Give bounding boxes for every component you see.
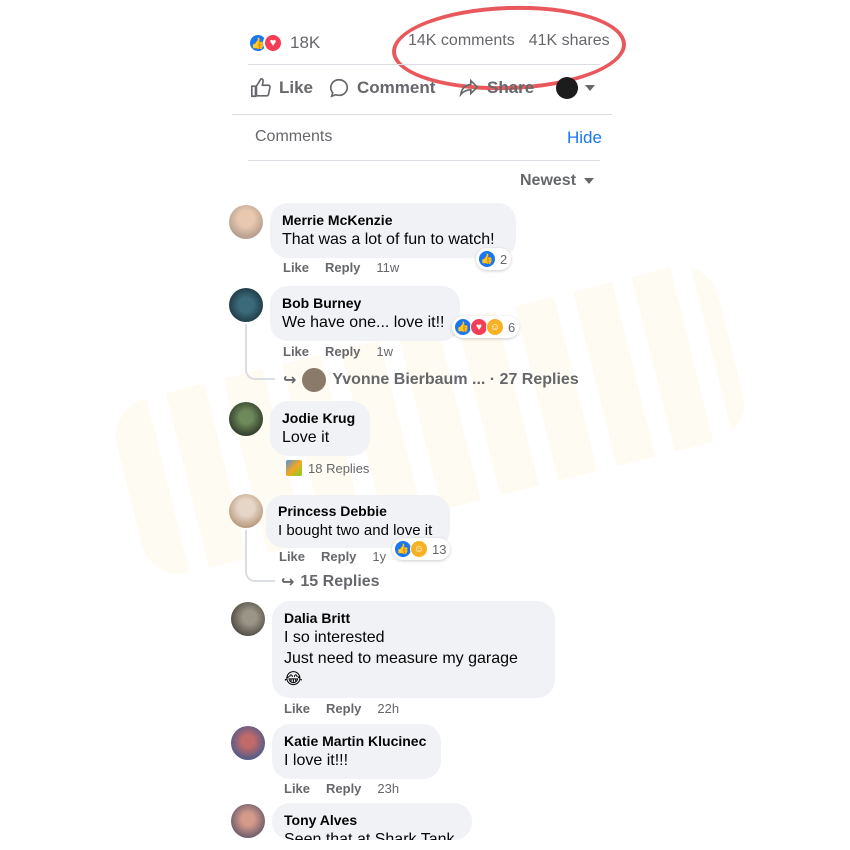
comment-meta: Like Reply 23h — [284, 781, 399, 796]
comment-like-link[interactable]: Like — [279, 549, 305, 564]
avatar[interactable] — [229, 288, 263, 322]
reply-arrow-icon: ↪ — [283, 372, 297, 389]
comment-reactions[interactable]: 👍 ☺ 13 — [392, 538, 451, 560]
laughing-emoji: 😂 — [284, 671, 303, 688]
share-label: Share — [487, 78, 535, 97]
comment-author[interactable]: Merrie McKenzie — [282, 211, 504, 229]
comment-author[interactable]: Dalia Britt — [284, 609, 543, 627]
comment-bubble: Katie Martin Klucinec I love it!!! — [272, 724, 441, 779]
comment-reply-link[interactable]: Reply — [326, 701, 361, 716]
view-replies-link[interactable]: ↪ Yvonne Bierbaum ... · 27 Replies — [283, 368, 579, 392]
care-reaction-icon: ☺ — [486, 318, 504, 336]
sticker-icon — [286, 460, 302, 476]
comment-meta: Like Reply 1w — [283, 344, 393, 359]
replies-label: 18 Replies — [308, 460, 370, 476]
comment-label: Comment — [357, 78, 436, 97]
comment-bubble: Tony Alves Seen that at Shark Tank — [272, 803, 472, 840]
share-icon — [459, 78, 479, 98]
comment-reply-link[interactable]: Reply — [325, 260, 360, 275]
reply-arrow-icon: ↪ — [281, 574, 295, 591]
reaction-count: 13 — [432, 541, 447, 557]
comment-text: That was a lot of fun to watch! — [282, 231, 495, 248]
divider — [232, 114, 612, 115]
post-reactions-summary[interactable]: 👍 ♥ 18K — [248, 30, 320, 56]
comment-time[interactable]: 1y — [372, 549, 386, 564]
comment-like-link[interactable]: Like — [283, 260, 309, 275]
comment-reactions[interactable]: 👍 ♥ ☺ 6 — [452, 316, 520, 338]
like-reaction-icon: 👍 — [478, 250, 496, 268]
avatar[interactable] — [231, 726, 265, 760]
chevron-down-icon — [584, 178, 595, 184]
comment-author[interactable]: Princess Debbie — [278, 502, 438, 520]
like-label: Like — [279, 78, 314, 97]
comment-text: Love it — [282, 429, 330, 446]
comment-author[interactable]: Jodie Krug — [282, 409, 358, 427]
reaction-count: 6 — [508, 319, 516, 335]
comment-button[interactable]: Comment — [328, 77, 435, 99]
reaction-count: 18K — [290, 33, 321, 52]
comment-like-link[interactable]: Like — [284, 781, 310, 796]
comment-like-link[interactable]: Like — [283, 344, 309, 359]
page-avatar — [556, 77, 578, 99]
thread-line — [245, 530, 275, 582]
comment-meta: Like Reply 11w — [283, 260, 399, 275]
comment-reactions[interactable]: 👍 2 — [476, 248, 512, 270]
sort-dropdown[interactable]: Newest — [520, 172, 595, 190]
comment-author[interactable]: Katie Martin Klucinec — [284, 732, 429, 750]
comment-text: Seen that at Shark Tank — [284, 831, 455, 840]
sort-label: Newest — [520, 172, 577, 189]
comment-like-link[interactable]: Like — [284, 701, 310, 716]
avatar — [302, 368, 327, 392]
reaction-count: 2 — [500, 251, 508, 267]
share-button[interactable]: Share — [458, 77, 534, 99]
thread-line — [245, 324, 275, 380]
divider — [248, 160, 600, 161]
comment-bubble: Jodie Krug Love it — [270, 401, 370, 456]
hide-comments-link[interactable]: Hide — [567, 128, 602, 148]
chevron-down-icon — [585, 85, 595, 91]
comment-reply-link[interactable]: Reply — [321, 549, 356, 564]
comment-reply-link[interactable]: Reply — [325, 344, 360, 359]
thumbs-up-icon — [251, 78, 271, 98]
comment-author[interactable]: Tony Alves — [284, 811, 460, 829]
avatar[interactable] — [229, 205, 263, 239]
comment-bubble: Dalia Britt I so interested Just need to… — [272, 601, 555, 698]
comment-reply-link[interactable]: Reply — [326, 781, 361, 796]
comment-icon — [329, 78, 349, 98]
comment-reactions-line[interactable]: 18 Replies — [286, 460, 369, 476]
comment-text: We have one... love it!! — [282, 314, 445, 331]
avatar[interactable] — [229, 402, 263, 436]
comment-meta: Like Reply 22h — [284, 701, 399, 716]
comment-text-line: I so interested — [284, 629, 385, 646]
reaction-as-selector[interactable] — [556, 77, 595, 99]
comment-time[interactable]: 22h — [377, 701, 399, 716]
comment-text: I love it!!! — [284, 752, 349, 769]
care-reaction-icon: ☺ — [410, 540, 428, 558]
view-replies-link[interactable]: ↪ 15 Replies — [281, 572, 380, 592]
comments-heading: Comments — [255, 128, 333, 145]
like-button[interactable]: Like — [250, 77, 313, 99]
comment-meta: Like Reply 1y — [279, 549, 386, 564]
comment-time[interactable]: 1w — [376, 344, 393, 359]
love-reaction-icon: ♥ — [263, 33, 283, 53]
comment-bubble: Bob Burney We have one... love it!! — [270, 286, 460, 341]
comment-text-line: Just need to measure my garage — [284, 650, 518, 667]
avatar[interactable] — [231, 804, 265, 838]
comment-time[interactable]: 11w — [376, 260, 399, 275]
avatar[interactable] — [229, 494, 263, 528]
comment-time[interactable]: 23h — [377, 781, 399, 796]
divider — [248, 64, 600, 65]
replies-label: Yvonne Bierbaum ... · 27 Replies — [332, 371, 579, 388]
avatar[interactable] — [231, 602, 265, 636]
comment-author[interactable]: Bob Burney — [282, 294, 448, 312]
replies-label: 15 Replies — [300, 573, 380, 590]
